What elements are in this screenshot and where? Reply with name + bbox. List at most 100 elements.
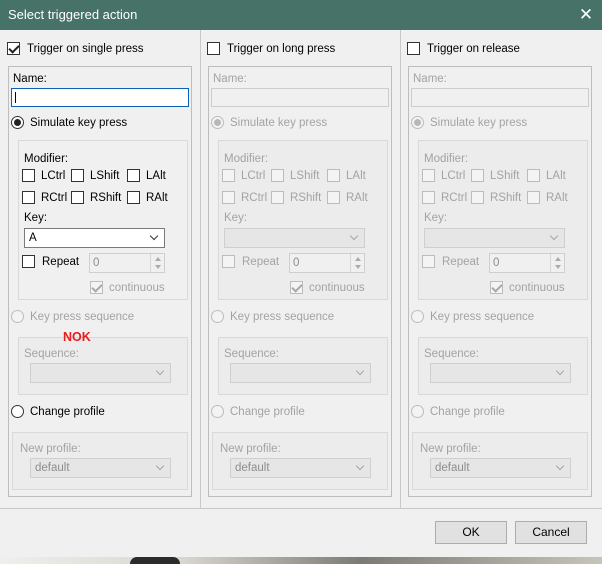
repeat-checkbox[interactable] [22, 255, 35, 268]
select-action-dialog: Select triggered action ✕ Trigger on sin… [0, 0, 602, 557]
lctrl-checkbox[interactable] [222, 169, 235, 182]
repeat-checkbox[interactable] [222, 255, 235, 268]
continuous-label: continuous [309, 282, 365, 294]
lshift-checkbox[interactable] [271, 169, 284, 182]
simulate-key-radio[interactable] [211, 116, 224, 129]
repeat-stepper[interactable]: 0 [489, 253, 565, 273]
trigger-label: Trigger on long press [227, 43, 336, 55]
lalt-label: LAlt [346, 170, 366, 182]
lctrl-label: LCtrl [41, 170, 66, 182]
chevron-down-icon [555, 366, 565, 376]
chevron-down-icon [555, 461, 565, 471]
lalt-checkbox[interactable] [327, 169, 340, 182]
arrow-up-icon [355, 257, 361, 261]
lshift-label: LShift [290, 170, 320, 182]
rshift-checkbox[interactable] [471, 191, 484, 204]
key-select[interactable]: A [24, 228, 165, 248]
ralt-label: RAlt [146, 192, 168, 204]
sequence-select[interactable] [30, 363, 171, 383]
ralt-checkbox[interactable] [127, 191, 140, 204]
trigger-checkbox[interactable] [407, 42, 420, 55]
new-profile-select[interactable]: default [430, 458, 571, 478]
new-profile-label: New profile: [220, 443, 281, 455]
lalt-label: LAlt [146, 170, 166, 182]
arrow-up-icon [155, 257, 161, 261]
name-label: Name: [213, 73, 247, 85]
name-input[interactable] [211, 88, 389, 107]
key-sequence-radio[interactable] [411, 310, 424, 323]
key-sequence-label: Key press sequence [430, 311, 535, 323]
key-select[interactable] [224, 228, 365, 248]
chevron-down-icon [355, 366, 365, 376]
change-profile-radio[interactable] [411, 405, 424, 418]
continuous-checkbox[interactable] [90, 281, 103, 294]
rshift-checkbox[interactable] [271, 191, 284, 204]
repeat-stepper-value: 0 [493, 257, 500, 269]
lalt-label: LAlt [546, 170, 566, 182]
sequence-select[interactable] [230, 363, 371, 383]
repeat-stepper[interactable]: 0 [89, 253, 165, 273]
ok-button[interactable]: OK [435, 521, 507, 544]
name-input[interactable] [411, 88, 589, 107]
rctrl-checkbox[interactable] [222, 191, 235, 204]
new-profile-select[interactable]: default [230, 458, 371, 478]
change-profile-radio[interactable] [211, 405, 224, 418]
background-object [130, 557, 180, 564]
name-input[interactable] [11, 88, 189, 107]
simulate-key-radio[interactable] [411, 116, 424, 129]
simulate-key-radio[interactable] [11, 116, 24, 129]
lshift-checkbox[interactable] [471, 169, 484, 182]
continuous-checkbox[interactable] [490, 281, 503, 294]
ralt-label: RAlt [546, 192, 568, 204]
key-select[interactable] [424, 228, 565, 248]
chevron-down-icon [549, 231, 559, 241]
repeat-label: Repeat [42, 256, 80, 268]
change-profile-radio[interactable] [11, 405, 24, 418]
lshift-checkbox[interactable] [71, 169, 84, 182]
repeat-checkbox[interactable] [422, 255, 435, 268]
lctrl-checkbox[interactable] [22, 169, 35, 182]
lalt-checkbox[interactable] [527, 169, 540, 182]
rshift-checkbox[interactable] [71, 191, 84, 204]
stepper-buttons[interactable] [350, 254, 364, 272]
continuous-label: continuous [509, 282, 565, 294]
modifier-label: Modifier: [224, 153, 269, 165]
lctrl-checkbox[interactable] [422, 169, 435, 182]
new-profile-select[interactable]: default [30, 458, 171, 478]
chevron-down-icon [349, 231, 359, 241]
trigger-checkbox[interactable] [207, 42, 220, 55]
rctrl-checkbox[interactable] [22, 191, 35, 204]
rctrl-checkbox[interactable] [422, 191, 435, 204]
chevron-down-icon [155, 366, 165, 376]
key-sequence-label: Key press sequence [230, 311, 335, 323]
simulate-key-label: Simulate key press [230, 117, 328, 129]
cancel-button[interactable]: Cancel [515, 521, 587, 544]
continuous-checkbox[interactable] [290, 281, 303, 294]
close-icon[interactable]: ✕ [570, 0, 602, 30]
lalt-checkbox[interactable] [127, 169, 140, 182]
simulate-key-label: Simulate key press [30, 117, 128, 129]
ralt-checkbox[interactable] [527, 191, 540, 204]
ralt-checkbox[interactable] [327, 191, 340, 204]
sequence-select[interactable] [430, 363, 571, 383]
name-label: Name: [413, 73, 447, 85]
rctrl-label: RCtrl [41, 192, 68, 204]
sequence-label: Sequence: [424, 348, 479, 360]
sequence-label: Sequence: [24, 348, 79, 360]
key-sequence-radio[interactable] [211, 310, 224, 323]
new-profile-label: New profile: [20, 443, 81, 455]
trigger-checkbox[interactable] [7, 42, 20, 55]
repeat-stepper[interactable]: 0 [289, 253, 365, 273]
stepper-buttons[interactable] [150, 254, 164, 272]
stepper-buttons[interactable] [550, 254, 564, 272]
rshift-label: RShift [290, 192, 322, 204]
name-label: Name: [13, 73, 47, 85]
arrow-down-icon [155, 265, 161, 269]
key-label: Key: [224, 212, 248, 224]
new-profile-select-value: default [235, 462, 270, 474]
background-strip [0, 557, 602, 564]
change-profile-label: Change profile [230, 406, 305, 418]
key-sequence-radio[interactable] [11, 310, 24, 323]
window-title: Select triggered action [8, 7, 138, 22]
lshift-label: LShift [490, 170, 520, 182]
